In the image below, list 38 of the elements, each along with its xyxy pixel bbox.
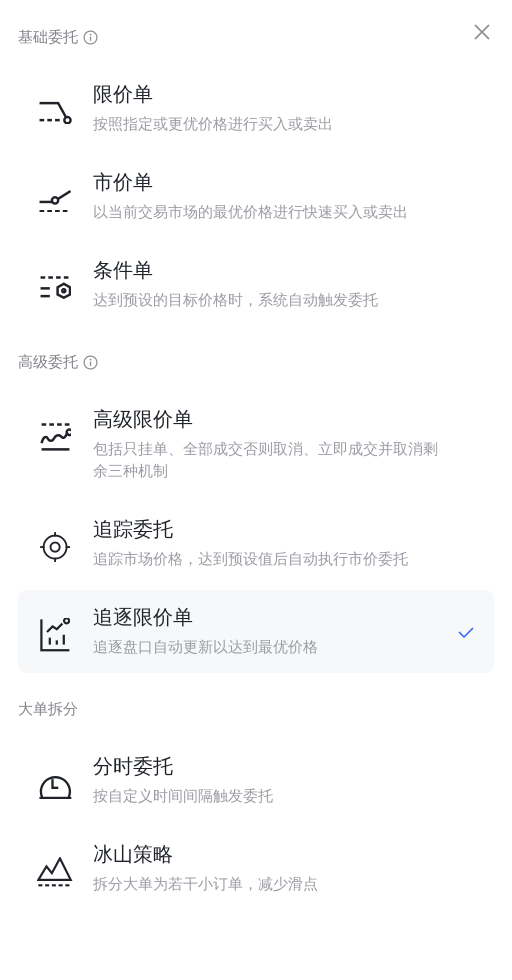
option-description: 达到预设的目标价格时，系统自动触发委托 [93, 290, 379, 311]
order-type-option[interactable]: 追逐限价单 追逐盘口自动更新以达到最优价格 [18, 590, 494, 673]
section-heading: 高级委托 [18, 352, 78, 372]
option-description: 包括只挂单、全部成交否则取消、立即成交并取消剩余三种机制 [93, 439, 439, 482]
option-title: 分时委托 [93, 754, 174, 778]
order-type-option[interactable]: 市价单 以当前交易市场的最优价格进行快速买入或卖出 [18, 155, 494, 238]
option-title: 高级限价单 [93, 407, 194, 431]
option-title: 限价单 [93, 82, 154, 106]
option-title: 追逐限价单 [93, 605, 194, 629]
wave-line-icon [40, 423, 70, 451]
option-title: 冰山策略 [93, 842, 174, 866]
limit-line-icon [38, 100, 72, 124]
order-type-option[interactable]: 追踪委托 追踪市场价格，达到预设值后自动执行市价委托 [18, 502, 494, 585]
option-description: 以当前交易市场的最优价格进行快速买入或卖出 [93, 202, 409, 223]
option-description: 拆分大单为若干小订单，减少滑点 [93, 874, 319, 895]
order-type-option[interactable]: 条件单 达到预设的目标价格时，系统自动触发委托 [18, 243, 494, 326]
mountain-icon [37, 857, 73, 887]
option-title: 市价单 [93, 170, 154, 194]
option-title: 条件单 [93, 258, 154, 282]
option-description: 追踪市场价格，达到预设值后自动执行市价委托 [93, 549, 409, 570]
close-button[interactable] [472, 22, 492, 42]
option-description: 按照指定或更优价格进行买入或卖出 [93, 114, 334, 135]
target-icon [38, 530, 72, 564]
section-heading: 基础委托 [18, 28, 78, 46]
option-description: 追逐盘口自动更新以达到最优价格 [93, 637, 319, 658]
order-type-option[interactable]: 冰山策略 拆分大单为若干小订单，减少滑点 [18, 827, 494, 910]
condition-icon [38, 276, 72, 300]
option-description: 按自定义时间间隔触发委托 [93, 786, 274, 807]
option-title: 追踪委托 [93, 517, 174, 541]
section-heading: 大单拆分 [18, 700, 78, 718]
chart-icon [40, 618, 70, 652]
info-icon[interactable] [83, 354, 98, 370]
close-icon [473, 23, 491, 41]
market-line-icon [38, 188, 72, 212]
order-type-option[interactable]: 分时委托 按自定义时间间隔触发委托 [18, 739, 494, 822]
order-type-option[interactable]: 限价单 按照指定或更优价格进行买入或卖出 [18, 67, 494, 150]
order-type-option[interactable]: 高级限价单 包括只挂单、全部成交否则取消、立即成交并取消剩余三种机制 [18, 392, 494, 497]
info-icon[interactable] [83, 30, 98, 44]
